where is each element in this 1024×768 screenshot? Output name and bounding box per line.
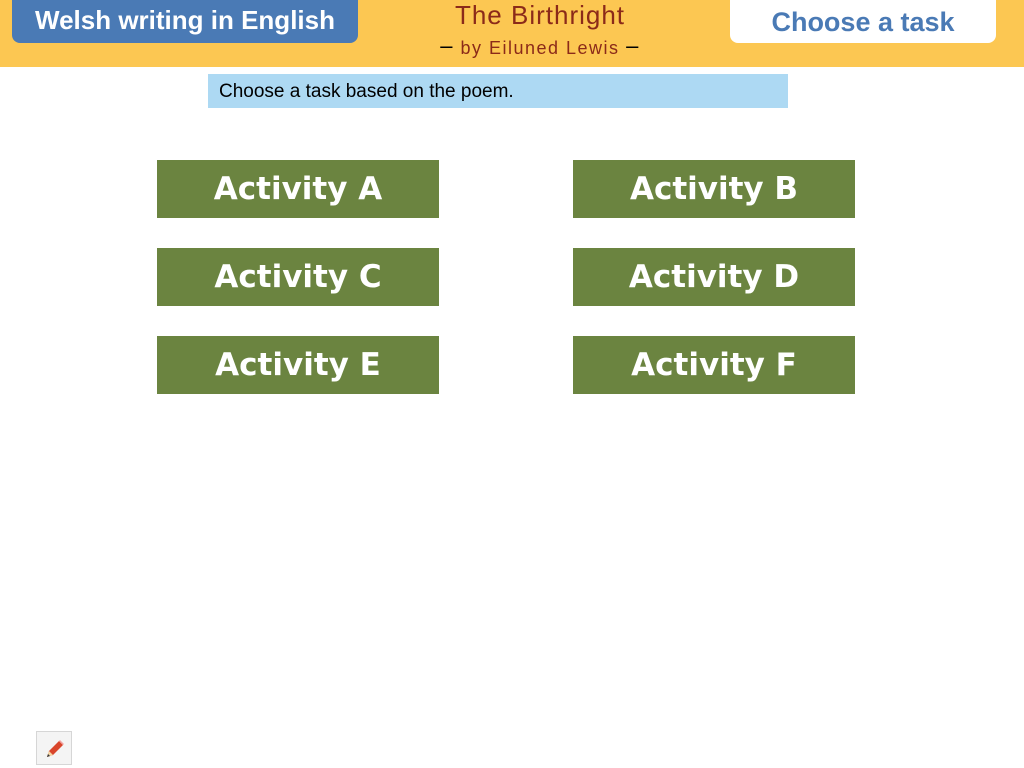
activity-e-button[interactable]: Activity E xyxy=(157,336,439,394)
author-dash-left: – xyxy=(440,33,454,58)
activity-b-button[interactable]: Activity B xyxy=(573,160,855,218)
series-badge-button[interactable]: Welsh writing in English xyxy=(12,0,358,43)
activity-f-button[interactable]: Activity F xyxy=(573,336,855,394)
author-dash-right: – xyxy=(626,33,640,58)
activity-a-button[interactable]: Activity A xyxy=(157,160,439,218)
poem-title: The Birthright xyxy=(454,0,626,30)
poem-author-row: – by Eiluned Lewis – xyxy=(400,32,680,62)
activity-d-button[interactable]: Activity D xyxy=(573,248,855,306)
slide-page: Welsh writing in English The Birthright … xyxy=(0,0,1024,768)
poem-author: by Eiluned Lewis xyxy=(460,38,620,58)
poem-title-block: The Birthright – by Eiluned Lewis – xyxy=(400,0,680,67)
pencil-tool-button[interactable] xyxy=(36,731,72,765)
instruction-banner: Choose a task based on the poem. xyxy=(208,74,788,108)
choose-task-button[interactable]: Choose a task xyxy=(730,0,996,43)
activity-c-button[interactable]: Activity C xyxy=(157,248,439,306)
header-bar: Welsh writing in English The Birthright … xyxy=(0,0,1024,67)
pencil-icon xyxy=(47,740,64,757)
